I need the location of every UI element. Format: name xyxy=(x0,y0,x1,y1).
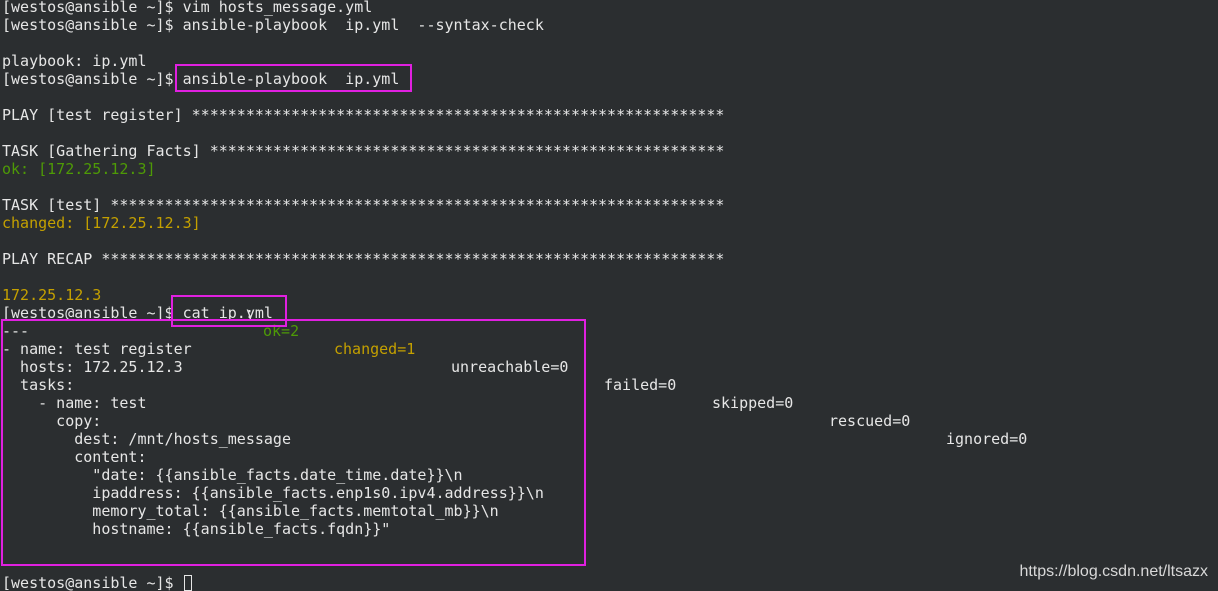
highlight-box xyxy=(1,319,586,566)
recap-line: 172.25.12.3 : ok=2 changed=1 unreachable… xyxy=(2,268,1202,448)
changed-status: changed: [172.25.12.3] xyxy=(2,214,201,232)
ok-status: ok: [172.25.12.3] xyxy=(2,160,156,178)
highlight-box xyxy=(175,64,412,92)
recap-rescued: rescued=0 xyxy=(829,412,911,430)
recap-skipped: skipped=0 xyxy=(712,394,794,412)
terminal-window[interactable]: [westos@ansible ~]$ vim hosts_message.ym… xyxy=(0,0,1218,591)
command-text: ansible-playbook ip.yml --syntax-check xyxy=(182,16,544,34)
command-line: [westos@ansible ~]$ ansible-playbook ip.… xyxy=(2,16,544,34)
task-header: TASK [Gathering Facts] *****************… xyxy=(2,142,725,160)
terminal-cursor xyxy=(183,575,192,591)
recap-header: PLAY RECAP *****************************… xyxy=(2,250,725,268)
prompt: [westos@ansible ~]$ xyxy=(2,574,174,591)
watermark: https://blog.csdn.net/ltsazx xyxy=(1019,563,1208,580)
play-header: PLAY [test register] *******************… xyxy=(2,106,725,124)
prompt: [westos@ansible ~]$ xyxy=(2,70,174,88)
command-line[interactable]: [westos@ansible ~]$ xyxy=(2,574,192,591)
recap-failed: failed=0 xyxy=(604,376,677,394)
recap-ignored: ignored=0 xyxy=(946,430,1028,448)
task-header: TASK [test] ****************************… xyxy=(2,196,725,214)
command-line: [westos@ansible ~]$ vim hosts_message.ym… xyxy=(2,0,372,16)
output-line: playbook: ip.yml xyxy=(2,52,147,70)
recap-host: 172.25.12.3 xyxy=(2,286,102,304)
prompt: [westos@ansible ~]$ xyxy=(2,16,174,34)
prompt: [westos@ansible ~]$ xyxy=(2,0,174,16)
command-text: vim hosts_message.yml xyxy=(182,0,373,16)
